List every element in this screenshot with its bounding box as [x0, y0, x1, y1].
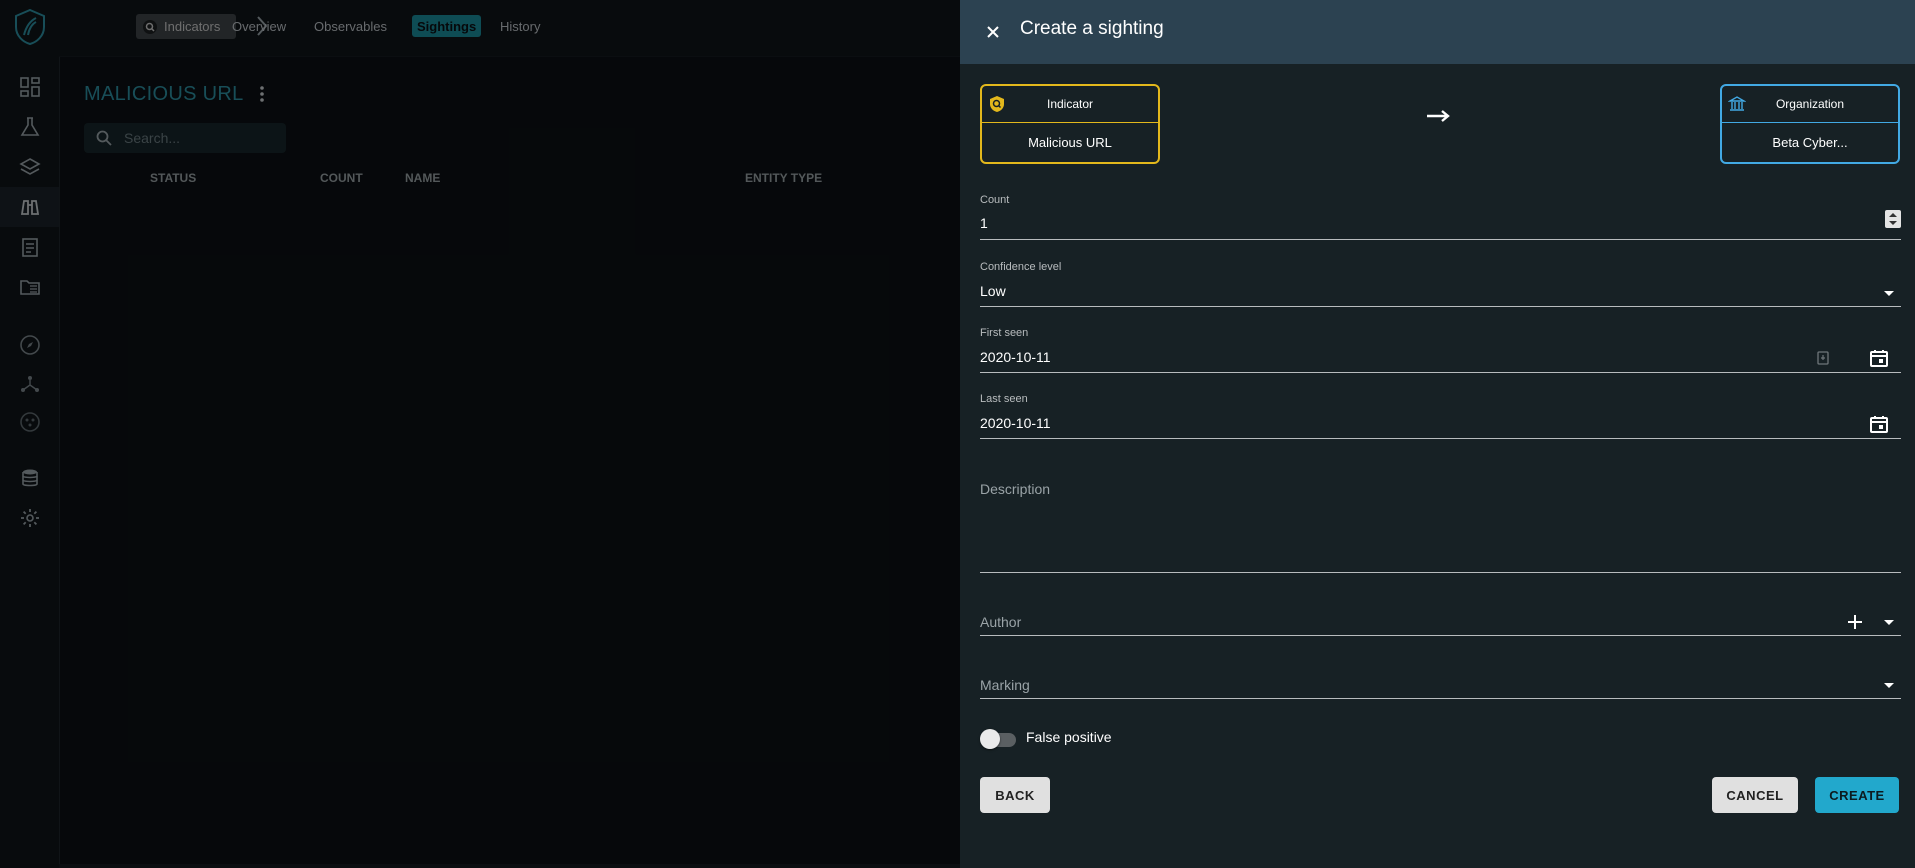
from-entity-card: Indicator Malicious URL — [980, 84, 1160, 164]
bank-icon — [1728, 96, 1746, 111]
last-seen-value[interactable]: 2020-10-11 — [980, 415, 1051, 431]
description-placeholder: Description — [980, 481, 1051, 497]
count-label: Count — [980, 194, 1010, 206]
count-field[interactable]: Count 1 — [980, 194, 1901, 240]
arrow-right-icon — [1427, 110, 1450, 122]
indicator-shield-icon — [990, 96, 1004, 112]
last-seen-label: Last seen — [980, 393, 1028, 405]
drawer-title: Create a sighting — [1020, 18, 1164, 39]
password-manager-icon[interactable] — [1815, 350, 1831, 366]
confidence-label: Confidence level — [980, 261, 1062, 273]
number-stepper-icon[interactable] — [1885, 210, 1901, 228]
back-button[interactable]: BACK — [980, 777, 1050, 813]
from-entity-name: Malicious URL — [1028, 135, 1112, 150]
calendar-icon[interactable] — [1869, 348, 1889, 368]
false-positive-toggle[interactable] — [980, 728, 1016, 749]
from-entity-header: Indicator — [982, 86, 1158, 123]
last-seen-field[interactable]: Last seen 2020-10-11 — [980, 393, 1901, 439]
calendar-icon[interactable] — [1869, 414, 1889, 434]
author-select[interactable]: Author — [980, 611, 1901, 636]
first-seen-value[interactable]: 2020-10-11 — [980, 349, 1051, 365]
count-value[interactable]: 1 — [980, 215, 988, 231]
to-entity-header: Organization — [1722, 86, 1898, 123]
add-icon[interactable] — [1845, 612, 1865, 632]
confidence-value[interactable]: Low — [980, 283, 1006, 299]
close-icon — [987, 26, 999, 38]
cancel-button[interactable]: CANCEL — [1712, 777, 1798, 813]
author-placeholder: Author — [980, 614, 1022, 630]
marking-select[interactable]: Marking — [980, 674, 1901, 699]
toggle-thumb — [980, 729, 1000, 749]
from-entity-type: Indicator — [1046, 97, 1094, 111]
false-positive-label: False positive — [1026, 729, 1112, 745]
drawer-header: Create a sighting — [960, 0, 1915, 64]
description-textarea[interactable]: Description — [980, 478, 1901, 573]
backdrop-overlay[interactable] — [0, 0, 960, 868]
to-entity-card: Organization Beta Cyber... — [1720, 84, 1900, 164]
dropdown-arrow-icon[interactable] — [1879, 675, 1899, 695]
create-button[interactable]: CREATE — [1815, 777, 1899, 813]
create-sighting-drawer: Create a sighting Indicator Malicious UR… — [960, 0, 1915, 868]
to-entity-type: Organization — [1775, 97, 1845, 111]
first-seen-field[interactable]: First seen 2020-10-11 — [980, 327, 1901, 373]
close-button[interactable] — [981, 20, 1005, 44]
dropdown-arrow-icon[interactable] — [1879, 283, 1899, 303]
first-seen-label: First seen — [980, 327, 1029, 339]
to-entity-name: Beta Cyber... — [1772, 135, 1848, 150]
marking-placeholder: Marking — [980, 677, 1030, 693]
dropdown-arrow-icon[interactable] — [1879, 612, 1899, 632]
confidence-select[interactable]: Confidence level Low — [980, 261, 1901, 307]
